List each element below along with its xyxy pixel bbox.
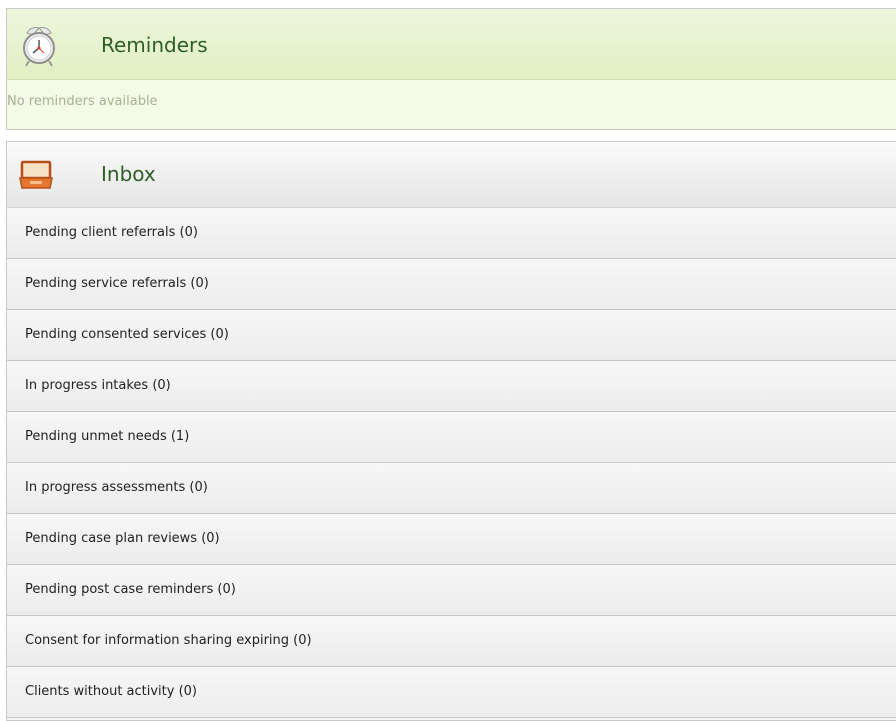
- inbox-item-label[interactable]: Pending case plan reviews (0): [25, 531, 220, 546]
- inbox-item-in-progress-intakes[interactable]: In progress intakes (0): [7, 361, 896, 412]
- inbox-title: Inbox: [101, 162, 156, 186]
- inbox-item-pending-unmet-needs[interactable]: Pending unmet needs (1): [7, 412, 896, 463]
- inbox-item-pending-client-referrals[interactable]: Pending client referrals (0): [7, 208, 896, 259]
- reminders-panel: Reminders No reminders available: [6, 8, 896, 130]
- inbox-item-label[interactable]: In progress intakes (0): [25, 378, 171, 393]
- inbox-item-pending-post-case-reminders[interactable]: Pending post case reminders (0): [7, 565, 896, 616]
- reminders-header: Reminders: [7, 9, 896, 80]
- inbox-list: Pending client referrals (0) Pending ser…: [7, 208, 896, 718]
- inbox-item-label[interactable]: Pending post case reminders (0): [25, 582, 236, 597]
- inbox-item-clients-without-activity[interactable]: Clients without activity (0): [7, 667, 896, 718]
- reminders-title: Reminders: [101, 33, 208, 57]
- inbox-item-pending-service-referrals[interactable]: Pending service referrals (0): [7, 259, 896, 310]
- inbox-item-label[interactable]: Clients without activity (0): [25, 684, 197, 699]
- alarm-clock-icon: [19, 23, 59, 71]
- inbox-panel: Inbox Pending client referrals (0) Pendi…: [6, 141, 896, 721]
- inbox-item-consent-sharing-expiring[interactable]: Consent for information sharing expiring…: [7, 616, 896, 667]
- inbox-item-pending-consented-services[interactable]: Pending consented services (0): [7, 310, 896, 361]
- inbox-header: Inbox: [7, 142, 896, 208]
- inbox-item-in-progress-assessments[interactable]: In progress assessments (0): [7, 463, 896, 514]
- inbox-tray-icon: [19, 160, 53, 194]
- inbox-item-label[interactable]: Pending service referrals (0): [25, 276, 209, 291]
- inbox-item-pending-case-plan-reviews[interactable]: Pending case plan reviews (0): [7, 514, 896, 565]
- inbox-item-label[interactable]: Pending unmet needs (1): [25, 429, 189, 444]
- reminders-empty-text: No reminders available: [7, 94, 158, 109]
- inbox-item-label[interactable]: In progress assessments (0): [25, 480, 208, 495]
- inbox-item-label[interactable]: Pending client referrals (0): [25, 225, 198, 240]
- inbox-item-label[interactable]: Consent for information sharing expiring…: [25, 633, 312, 648]
- inbox-item-label[interactable]: Pending consented services (0): [25, 327, 229, 342]
